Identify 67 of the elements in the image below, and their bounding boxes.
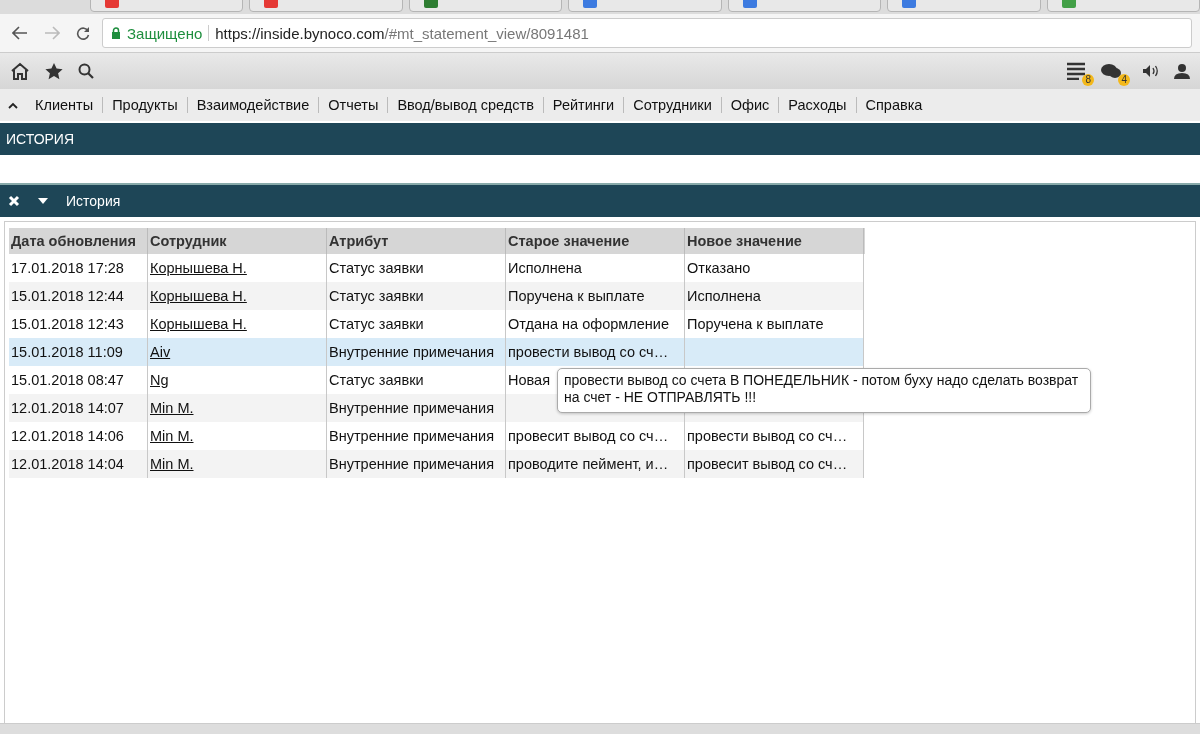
column-header[interactable]: Новое значение bbox=[684, 228, 864, 254]
column-header[interactable]: Атрибут bbox=[326, 228, 506, 254]
count-badge: 4 bbox=[1118, 74, 1130, 86]
menu-item[interactable]: Ввод/вывод средств bbox=[387, 97, 543, 113]
panel-title: История bbox=[66, 193, 121, 209]
user-icon[interactable] bbox=[1174, 63, 1190, 79]
secure-label: Защищено bbox=[127, 24, 203, 42]
cell-text: Исполнена bbox=[508, 260, 582, 276]
cell-text: Исполнена bbox=[687, 288, 761, 304]
close-icon[interactable] bbox=[8, 195, 20, 207]
lock-icon bbox=[111, 27, 121, 39]
address-field[interactable]: Защищено https://inside.bynoco.com/#mt_statement_view/8091481 bbox=[102, 18, 1192, 48]
search-icon[interactable] bbox=[78, 63, 94, 79]
cell-text: проводите пеймент, и… bbox=[508, 456, 669, 472]
cell-text: Поручена к выплате bbox=[508, 288, 645, 304]
cell-text: Статус заявки bbox=[329, 260, 424, 276]
cell-text: 15.01.2018 08:47 bbox=[11, 372, 124, 388]
menu-item[interactable]: Отчеты bbox=[318, 97, 388, 113]
page-title: ИСТОРИЯ bbox=[6, 131, 75, 147]
employee-link[interactable]: Min M. bbox=[150, 400, 194, 416]
column-header[interactable]: Старое значение bbox=[505, 228, 685, 254]
cell-text: Отказано bbox=[687, 260, 751, 276]
cell-text: Поручена к выплате bbox=[687, 316, 824, 332]
menu-item[interactable]: Сотрудники bbox=[623, 97, 721, 113]
cell-text: 17.01.2018 17:28 bbox=[11, 260, 124, 276]
star-icon[interactable] bbox=[44, 62, 64, 80]
cell-text: провести вывод со сч… bbox=[508, 344, 669, 360]
menu-item[interactable]: Рейтинги bbox=[542, 97, 624, 113]
cell-text: 12.01.2018 14:07 bbox=[11, 400, 124, 416]
cell-text: провесит вывод со сч… bbox=[508, 428, 669, 444]
menu-item[interactable]: Клиенты bbox=[26, 97, 103, 113]
cell-text: 15.01.2018 12:43 bbox=[11, 316, 124, 332]
employee-link[interactable]: Min M. bbox=[150, 428, 194, 444]
cell-text: 15.01.2018 12:44 bbox=[11, 288, 124, 304]
cell-text: Новая bbox=[508, 372, 550, 388]
employee-link[interactable]: Ng bbox=[150, 372, 169, 388]
cell-text: Статус заявки bbox=[329, 288, 424, 304]
menu-item[interactable]: Взаимодействие bbox=[186, 97, 319, 113]
menu-item[interactable]: Справка bbox=[855, 97, 932, 113]
cell-text: Статус заявки bbox=[329, 316, 424, 332]
chat-icon[interactable] bbox=[1100, 62, 1122, 80]
list-icon[interactable] bbox=[1066, 62, 1086, 80]
cell-text: 12.01.2018 14:06 bbox=[11, 428, 124, 444]
employee-link[interactable]: Min M. bbox=[150, 456, 194, 472]
home-icon[interactable] bbox=[10, 62, 30, 80]
cell-text: Внутренние примечания bbox=[329, 456, 495, 472]
count-badge: 8 bbox=[1082, 74, 1094, 86]
menu-item[interactable]: Расходы bbox=[778, 97, 856, 113]
cell-text: провести вывод со сч… bbox=[687, 428, 848, 444]
tooltip: провести вывод со счета В ПОНЕДЕЛЬНИК - потом буху надо сделать возврат на счет - НЕ ОТПРАВЛЯТЬ !!! bbox=[557, 368, 1091, 413]
speaker-icon[interactable] bbox=[1142, 64, 1160, 78]
cell-text: Внутренние примечания bbox=[329, 344, 495, 360]
cell-text: 12.01.2018 14:04 bbox=[11, 456, 124, 472]
cell-text: Внутренние примечания bbox=[329, 428, 495, 444]
url-text: https://inside.bynoco.com/#mt_statement_view/8091481 bbox=[215, 24, 589, 42]
cell-text: провесит вывод со сч… bbox=[687, 456, 848, 472]
employee-link[interactable]: Корнышева Н. bbox=[150, 260, 247, 276]
menu-item[interactable]: Продукты bbox=[102, 97, 187, 113]
cell-text: 15.01.2018 11:09 bbox=[11, 344, 123, 360]
employee-link[interactable]: Aiv bbox=[150, 344, 171, 360]
menu-item[interactable]: Офис bbox=[720, 97, 779, 113]
cell-text: Отдана на оформление bbox=[508, 316, 669, 332]
cell-text: Внутренние примечания bbox=[329, 400, 495, 416]
employee-link[interactable]: Корнышева Н. bbox=[150, 316, 247, 332]
column-header[interactable]: Дата обновления bbox=[9, 228, 148, 254]
cell-text: Статус заявки bbox=[329, 372, 424, 388]
column-header[interactable]: Сотрудник bbox=[147, 228, 327, 254]
